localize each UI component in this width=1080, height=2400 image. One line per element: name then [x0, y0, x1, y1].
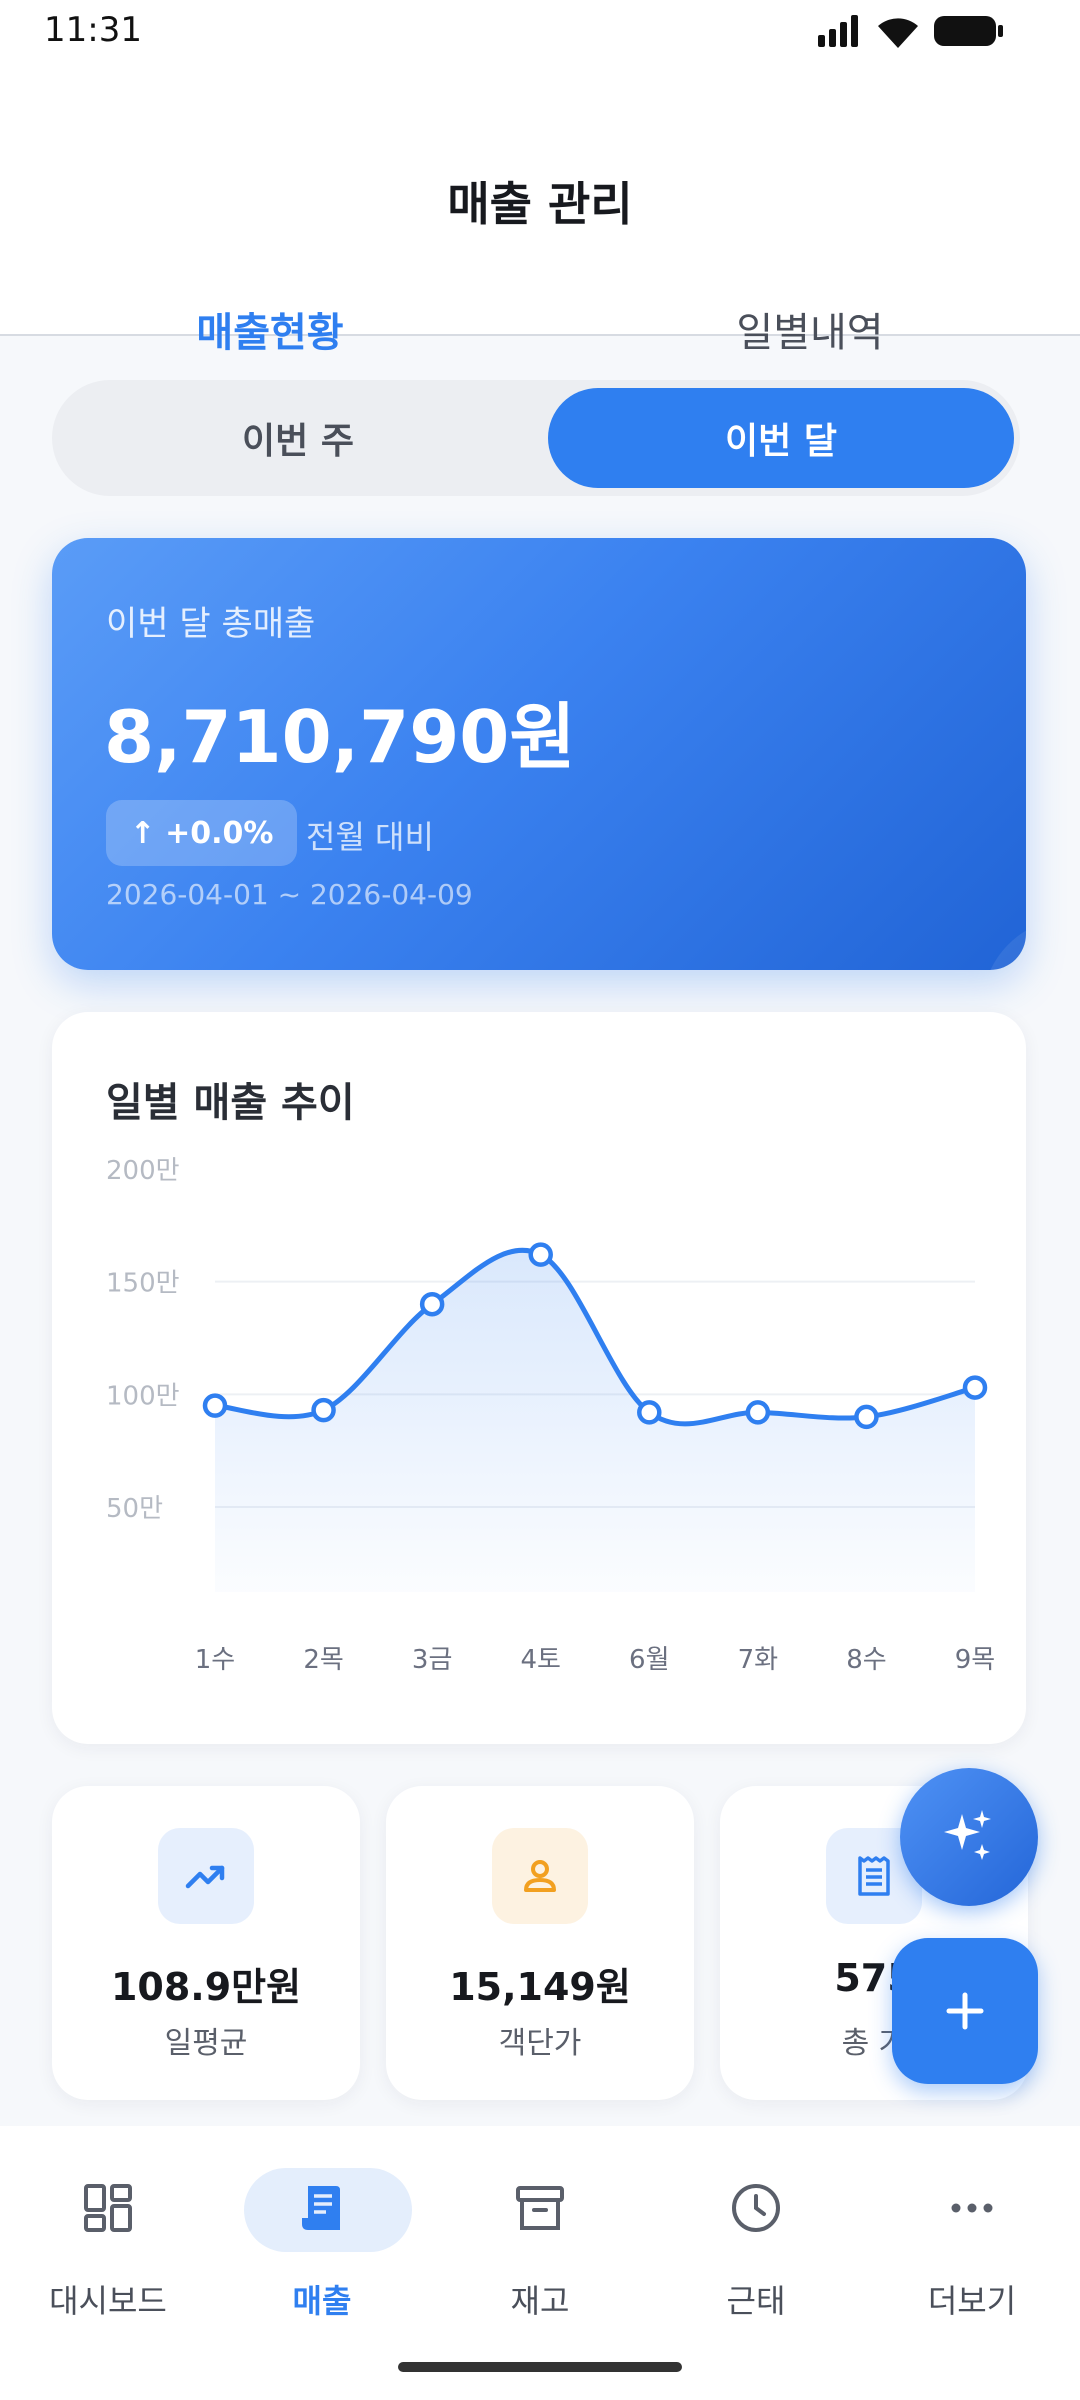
stat-label: 객단가: [498, 2026, 582, 2061]
compare-label: 전월 대비: [306, 818, 434, 856]
nav-more[interactable]: 더보기: [872, 2166, 1072, 2336]
nav-label: 더보기: [927, 2282, 1017, 2320]
y-tick-label: 200만: [106, 1156, 180, 1186]
data-point: [528, 1242, 553, 1267]
dashboard-icon: [8, 2180, 208, 2236]
data-point: [854, 1404, 879, 1430]
x-tick-label: 9목: [955, 1645, 995, 1675]
data-point: [637, 1400, 662, 1425]
this-week-button[interactable]: 이번 주: [60, 388, 536, 488]
date-range: 2026-04-01 ~ 2026-04-09: [106, 878, 473, 911]
change-badge: ↑ +0.0%: [106, 800, 298, 866]
nav-label: 재고: [510, 2282, 570, 2320]
tab-daily-history[interactable]: 일별내역: [680, 300, 940, 358]
y-tick-label: 150만: [106, 1269, 180, 1299]
person-icon: [492, 1828, 588, 1924]
total-sales-label: 이번 달 총매출: [106, 604, 316, 644]
nav-dashboard[interactable]: 대시보드: [8, 2166, 208, 2336]
daily-sales-chart: 200만 150만 100만 50만 1수 2목 3금 4토 6월 7화 8수 9목: [106, 1156, 995, 1675]
nav-label: 대시보드: [49, 2282, 167, 2320]
x-tick-label: 2목: [303, 1645, 343, 1675]
nav-inventory[interactable]: 재고: [440, 2166, 640, 2336]
nav-label: 근태: [726, 2282, 786, 2320]
status-bar: 11:31: [0, 0, 1080, 60]
x-tick-label: 1수: [195, 1645, 235, 1675]
x-tick-label: 4토: [520, 1645, 560, 1675]
wifi-icon: [878, 18, 918, 48]
stat-card-per-customer[interactable]: 15,149원 객단가: [386, 1786, 694, 2100]
app-header: 매출 관리 매출현황 일별내역: [0, 60, 1080, 394]
nav-label: 매출: [292, 2282, 352, 2320]
data-point: [311, 1397, 336, 1423]
x-tick-label: 8수: [846, 1645, 886, 1675]
data-point: [962, 1375, 988, 1400]
data-point: [419, 1291, 445, 1317]
archive-icon: [440, 2180, 640, 2236]
period-toggle: 이번 주 이번 달: [52, 380, 1020, 496]
daily-sales-chart-card: 일별 매출 추이 200만 150만 100만 50만 1수 2목 3금 4토 6월 7화 8수 9목: [52, 1012, 1026, 1744]
status-icons: [818, 14, 1004, 48]
x-tick-label: 6월: [629, 1645, 669, 1675]
signal-icon: [818, 15, 858, 47]
ai-assistant-button[interactable]: [900, 1768, 1038, 1906]
bottom-navigation: 대시보드 매출 재고 근태 더보기: [0, 2126, 1080, 2400]
page-title: 매출 관리: [447, 177, 633, 231]
more-icon: [872, 2180, 1072, 2236]
total-sales-card: 이번 달 총매출 8,710,790원 ↑ +0.0% 전월 대비 2026-0…: [52, 538, 1026, 970]
plus-icon: [946, 1992, 984, 2030]
nav-sales[interactable]: 매출: [222, 2166, 422, 2336]
total-sales-amount: 8,710,790원: [104, 695, 576, 779]
trending-up-icon: [158, 1828, 254, 1924]
add-sale-button[interactable]: [892, 1938, 1038, 2084]
arrow-up-icon: ↑: [130, 815, 156, 851]
receipt-icon: [222, 2180, 422, 2236]
battery-icon: [934, 16, 1003, 46]
y-tick-label: 100만: [106, 1381, 180, 1411]
status-time: 11:31: [44, 10, 142, 50]
x-tick-label: 7화: [738, 1645, 779, 1675]
stat-value: 108.9만원: [110, 1965, 302, 2009]
data-point: [202, 1393, 228, 1418]
y-tick-label: 50만: [106, 1494, 163, 1524]
this-month-button[interactable]: 이번 달: [548, 388, 1014, 488]
change-value: +0.0%: [165, 815, 274, 851]
stat-label: 일평균: [164, 2026, 248, 2061]
x-tick-label: 3금: [412, 1645, 452, 1675]
clock-icon: [656, 2180, 856, 2236]
stat-card-daily-average[interactable]: 108.9만원 일평균: [52, 1786, 360, 2100]
home-indicator: [398, 2362, 682, 2372]
data-point: [745, 1400, 771, 1425]
tab-sales-status[interactable]: 매출현황: [140, 300, 400, 358]
sparkle-icon: [944, 1810, 991, 1860]
nav-attendance[interactable]: 근태: [656, 2166, 856, 2336]
stat-value: 15,149원: [449, 1965, 631, 2009]
